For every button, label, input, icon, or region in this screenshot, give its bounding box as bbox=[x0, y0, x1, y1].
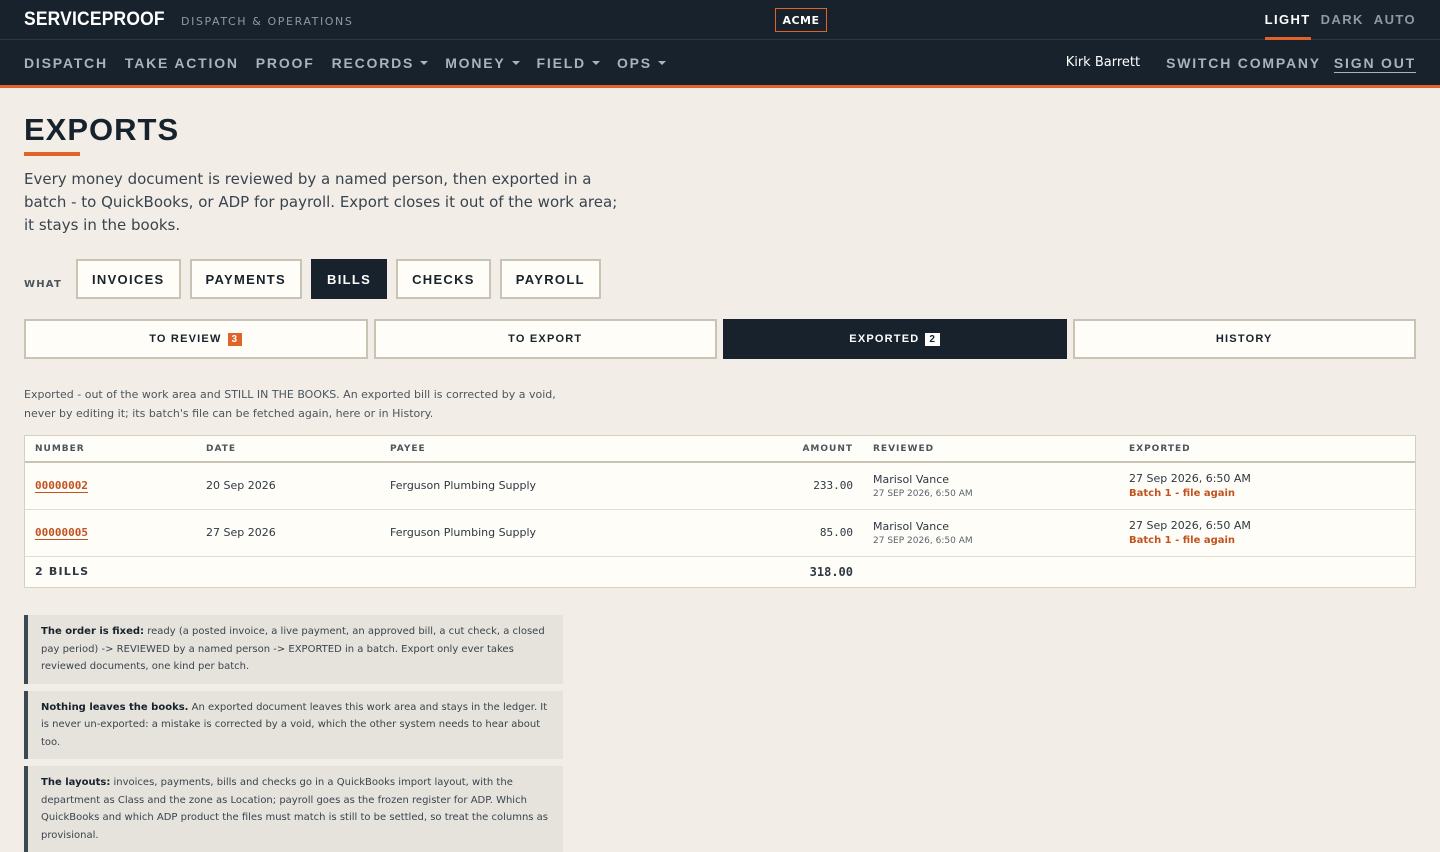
chevron-down-icon bbox=[511, 60, 520, 65]
batch-file-again-link[interactable]: Batch 1 - file again bbox=[1129, 488, 1405, 499]
tab-exported[interactable]: EXPORTED 2 bbox=[723, 319, 1067, 359]
info-notes: The order is fixed: ready (a posted invo… bbox=[24, 615, 563, 852]
nav-label: DISPATCH bbox=[24, 54, 108, 71]
batch-file-again-link[interactable]: Batch 1 - file again bbox=[1129, 535, 1405, 546]
doc-type-payroll[interactable]: PAYROLL bbox=[499, 259, 601, 299]
switch-company-link[interactable]: SWITCH COMPANY bbox=[1166, 55, 1321, 71]
stage-tabs: TO REVIEW 3 TO EXPORT EXPORTED 2 HISTORY bbox=[24, 319, 1416, 359]
note-title: The layouts: bbox=[41, 777, 111, 788]
nav-dispatch[interactable]: DISPATCH bbox=[24, 55, 108, 71]
tab-to-review[interactable]: TO REVIEW 3 bbox=[24, 319, 368, 359]
col-amount[interactable]: AMOUNT bbox=[680, 436, 863, 463]
nav-label: MONEY bbox=[445, 54, 506, 71]
chevron-down-icon bbox=[420, 60, 429, 65]
theme-switcher: LIGHT DARK AUTO bbox=[1264, 0, 1416, 40]
top-bar: SERVICEPROOF DISPATCH & OPERATIONS ACME … bbox=[0, 0, 1440, 40]
bill-amount: 233.00 bbox=[680, 462, 863, 510]
col-reviewed[interactable]: REVIEWED bbox=[863, 436, 1119, 463]
note-books: Nothing leaves the books. An exported do… bbox=[24, 690, 563, 759]
bill-payee: Ferguson Plumbing Supply bbox=[380, 462, 680, 510]
table-row: 00000002 20 Sep 2026 Ferguson Plumbing S… bbox=[25, 462, 1415, 510]
exported-timestamp: 27 Sep 2026, 6:50 AM bbox=[1129, 519, 1251, 532]
nav-records[interactable]: RECORDS bbox=[332, 55, 429, 71]
theme-auto[interactable]: AUTO bbox=[1374, 0, 1416, 40]
note-order: The order is fixed: ready (a posted invo… bbox=[24, 615, 563, 684]
col-date[interactable]: DATE bbox=[196, 436, 380, 463]
bill-payee: Ferguson Plumbing Supply bbox=[380, 509, 680, 557]
bill-number-link[interactable]: 00000005 bbox=[35, 526, 88, 539]
table-header: NUMBER DATE PAYEE AMOUNT REVIEWED EXPORT… bbox=[25, 436, 1415, 463]
tab-label: TO REVIEW bbox=[149, 333, 222, 345]
exports-table: NUMBER DATE PAYEE AMOUNT REVIEWED EXPORT… bbox=[24, 435, 1416, 588]
sign-out-link[interactable]: SIGN OUT bbox=[1334, 55, 1416, 71]
stage-description: Exported - out of the work area and STIL… bbox=[24, 388, 556, 420]
main-nav: DISPATCH TAKE ACTION PROOF RECORDS MONEY… bbox=[0, 40, 1440, 88]
nav-proof[interactable]: PROOF bbox=[256, 55, 315, 71]
doc-type-bills[interactable]: BILLS bbox=[311, 259, 388, 299]
table-row: 00000005 27 Sep 2026 Ferguson Plumbing S… bbox=[25, 509, 1415, 557]
nav-field[interactable]: FIELD bbox=[537, 55, 600, 71]
reviewed-timestamp: 27 SEP 2026, 6:50 AM bbox=[873, 535, 973, 546]
doc-type-checks[interactable]: CHECKS bbox=[396, 259, 491, 299]
reviewer-name: Marisol Vance bbox=[873, 519, 950, 533]
main-content: EXPORTS Every money document is reviewed… bbox=[0, 88, 1440, 852]
bill-amount: 85.00 bbox=[680, 509, 863, 557]
reviewed-cell: Marisol Vance 27 SEP 2026, 6:50 AM bbox=[863, 509, 1119, 557]
nav-take-action[interactable]: TAKE ACTION bbox=[125, 55, 239, 71]
page-intro: Every money document is reviewed by a na… bbox=[24, 170, 618, 234]
note-title: Nothing leaves the books. bbox=[41, 701, 189, 713]
page-title: EXPORTS bbox=[24, 112, 180, 147]
table-total-row: 2 BILLS 318.00 bbox=[25, 556, 1415, 587]
exported-cell: 27 Sep 2026, 6:50 AM Batch 1 - file agai… bbox=[1119, 509, 1415, 557]
tab-history[interactable]: HISTORY bbox=[1072, 319, 1416, 359]
nav-label: PROOF bbox=[255, 54, 315, 71]
tab-label: EXPORTED bbox=[849, 333, 920, 345]
note-body: invoices, payments, bills and checks go … bbox=[41, 777, 549, 841]
theme-light[interactable]: LIGHT bbox=[1264, 0, 1311, 40]
nav-label: FIELD bbox=[536, 54, 586, 71]
chevron-down-icon bbox=[657, 60, 666, 65]
total-amount: 318.00 bbox=[809, 564, 853, 579]
chevron-down-icon bbox=[591, 60, 600, 65]
note-layouts: The layouts: invoices, payments, bills a… bbox=[24, 766, 563, 852]
nav-ops[interactable]: OPS bbox=[617, 55, 666, 71]
bill-date: 20 Sep 2026 bbox=[196, 462, 380, 510]
reviewed-timestamp: 27 SEP 2026, 6:50 AM bbox=[873, 488, 973, 499]
nav-label: OPS bbox=[616, 54, 652, 71]
tab-to-export[interactable]: TO EXPORT bbox=[373, 319, 717, 359]
col-number[interactable]: NUMBER bbox=[25, 436, 196, 463]
user-name: Kirk Barrett bbox=[1065, 55, 1141, 70]
title-underline bbox=[24, 152, 80, 156]
note-title: The order is fixed: bbox=[41, 626, 145, 637]
tab-label: HISTORY bbox=[1215, 333, 1273, 345]
bill-date: 27 Sep 2026 bbox=[196, 509, 380, 557]
nav-money[interactable]: MONEY bbox=[445, 54, 520, 71]
nav-label: RECORDS bbox=[331, 54, 415, 71]
nav-label: TAKE ACTION bbox=[124, 54, 239, 71]
count-badge: 2 bbox=[925, 332, 941, 346]
exported-cell: 27 Sep 2026, 6:50 AM Batch 1 - file agai… bbox=[1119, 462, 1415, 510]
company-badge[interactable]: ACME bbox=[775, 8, 827, 32]
doc-type-payments[interactable]: PAYMENTS bbox=[189, 259, 302, 299]
count-badge: 3 bbox=[227, 332, 243, 346]
brand-subtitle: DISPATCH & OPERATIONS bbox=[181, 15, 354, 28]
doc-type-invoices[interactable]: INVOICES bbox=[75, 259, 181, 299]
reviewed-cell: Marisol Vance 27 SEP 2026, 6:50 AM bbox=[863, 462, 1119, 510]
bill-number-link[interactable]: 00000002 bbox=[35, 479, 88, 492]
brand-logo[interactable]: SERVICEPROOF bbox=[24, 9, 165, 31]
total-label: 2 BILLS bbox=[35, 565, 90, 579]
reviewer-name: Marisol Vance bbox=[873, 472, 950, 486]
doc-type-selector: WHAT INVOICES PAYMENTS BILLS CHECKS PAYR… bbox=[24, 259, 1416, 299]
theme-dark[interactable]: DARK bbox=[1321, 0, 1364, 40]
col-exported[interactable]: EXPORTED bbox=[1119, 436, 1415, 463]
tab-label: TO EXPORT bbox=[508, 333, 583, 345]
exported-timestamp: 27 Sep 2026, 6:50 AM bbox=[1129, 472, 1251, 486]
nav-user-area: Kirk Barrett SWITCH COMPANY SIGN OUT bbox=[1066, 40, 1416, 85]
what-label: WHAT bbox=[24, 278, 62, 290]
col-payee[interactable]: PAYEE bbox=[380, 436, 680, 463]
